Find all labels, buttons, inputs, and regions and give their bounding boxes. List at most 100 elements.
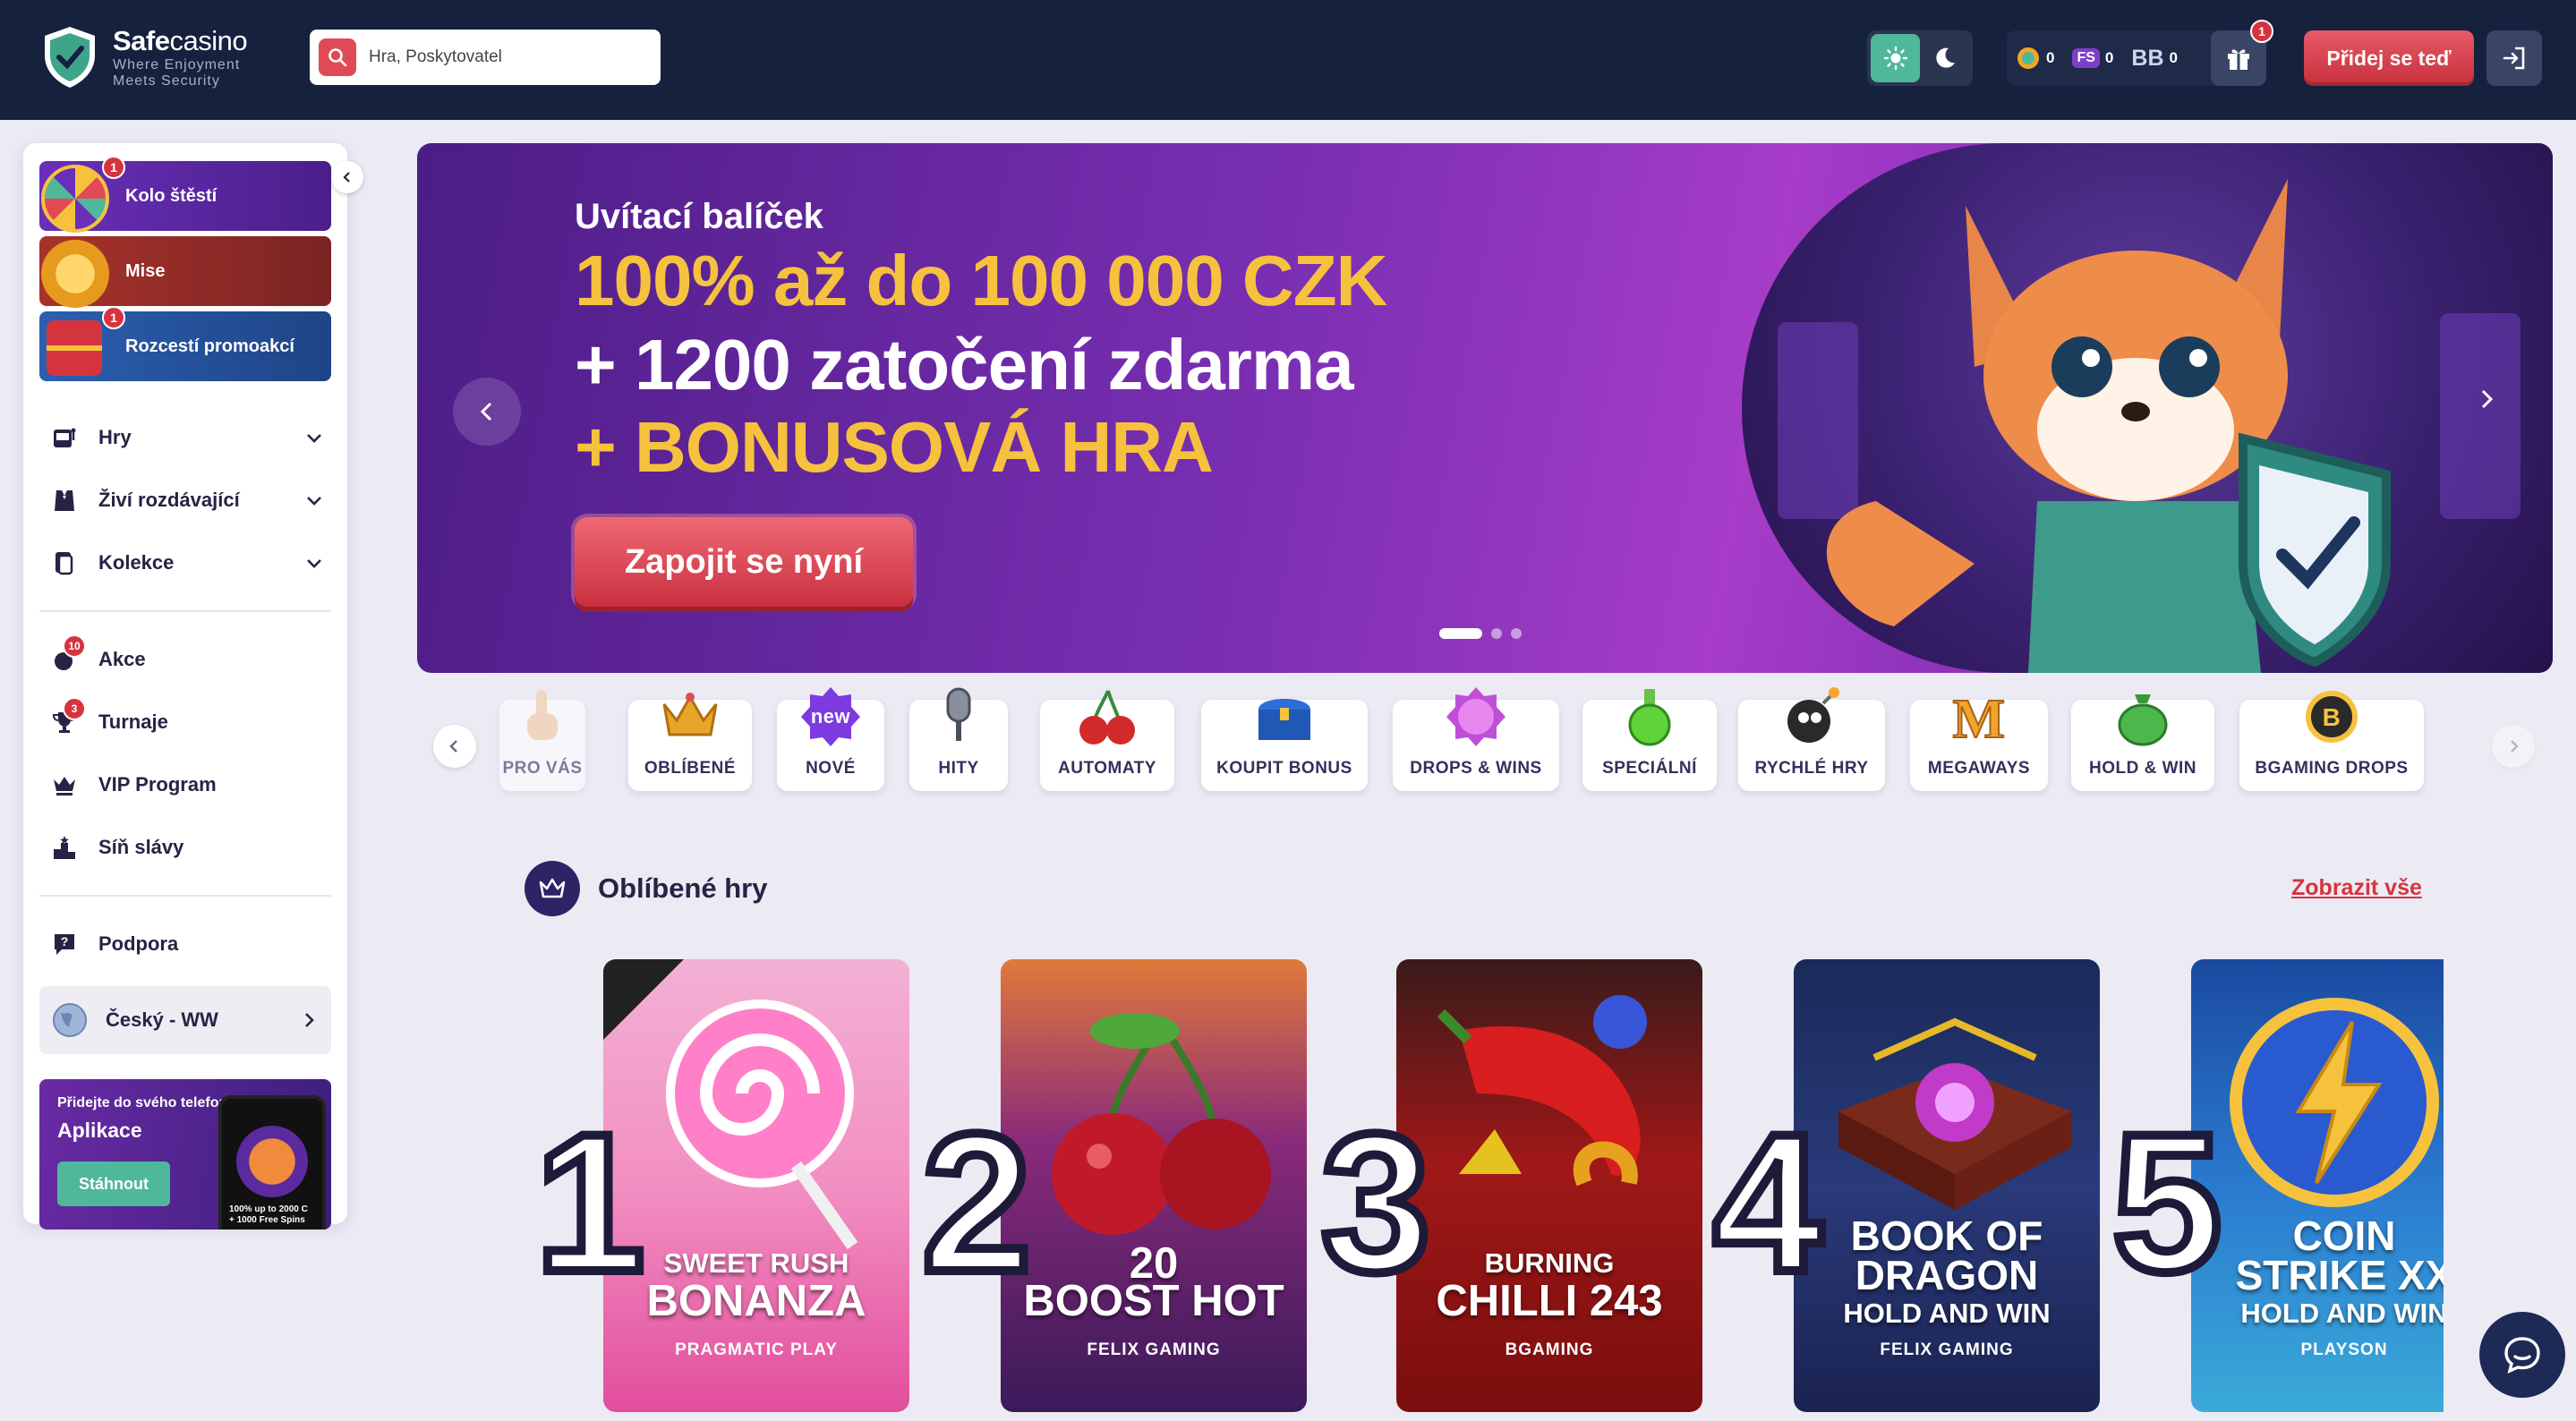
svg-text:?: ? — [61, 934, 69, 949]
free-spins-balance: FS 0 — [2072, 48, 2113, 68]
sidebar-item-games[interactable]: Hry — [39, 406, 331, 469]
theme-toggle[interactable] — [1867, 30, 1973, 86]
category-quick-games[interactable]: RYCHLÉ HRY — [1738, 687, 1885, 791]
dark-mode-button[interactable] — [1920, 34, 1969, 82]
sidebar-item-support[interactable]: ? Podpora — [39, 913, 331, 975]
language-selector[interactable]: Český - WW — [39, 986, 331, 1054]
game-card-4[interactable]: BOOK OF DRAGON HOLD AND WIN FELIX GAMING — [1794, 959, 2100, 1412]
hero-prev-button[interactable] — [453, 378, 521, 446]
vip-label: VIP Program — [98, 773, 217, 796]
gift-icon — [2228, 49, 2249, 70]
site-logo[interactable]: Safecasino Where Enjoyment Meets Securit… — [41, 25, 248, 89]
category-for-you[interactable]: PRO VÁS — [499, 690, 585, 791]
chevron-right-icon — [2511, 740, 2519, 753]
sidebar-item-promotions[interactable]: 10 Akce — [39, 628, 331, 691]
game-card-5[interactable]: COIN STRIKE XX HOLD AND WIN PLAYSON — [2191, 959, 2444, 1412]
rank-3: 3 — [1317, 1093, 1435, 1313]
microphone-icon — [927, 685, 990, 748]
category-drops-wins[interactable]: DROPS & WINS — [1393, 687, 1559, 791]
chevron-down-icon — [307, 559, 321, 568]
wheel-badge: 1 — [102, 156, 125, 179]
search-input[interactable] — [369, 47, 637, 67]
category-special[interactable]: SPECIÁLNÍ — [1582, 689, 1717, 791]
bomb-icon: 10 — [50, 634, 86, 674]
wheel-label: Kolo štěstí — [125, 185, 218, 206]
download-app-button[interactable]: Stáhnout — [57, 1161, 170, 1206]
missions-card[interactable]: Mise — [39, 236, 331, 308]
collapse-sidebar-button[interactable] — [331, 161, 363, 193]
hero-next-button[interactable] — [2474, 387, 2499, 416]
slot-machine-icon — [50, 423, 79, 452]
pointing-hand-icon — [511, 685, 574, 748]
game-card-1[interactable]: SWEET RUSH BONANZA PRAGMATIC PLAY — [603, 959, 909, 1412]
game-4-provider: FELIX GAMING — [1880, 1340, 2014, 1359]
chevron-right-icon — [305, 1013, 314, 1027]
svg-text:M: M — [1952, 689, 2005, 748]
tournaments-label: Turnaje — [98, 710, 168, 733]
sidebar-divider — [39, 610, 331, 612]
bonus-balance: BB 0 — [2131, 46, 2178, 72]
game-4-title: DRAGON — [1855, 1252, 2039, 1298]
promo-crossroads-badge: 1 — [102, 306, 125, 329]
search-icon[interactable] — [319, 38, 356, 76]
wheel-of-fortune-card[interactable]: 1 Kolo štěstí — [39, 156, 331, 233]
svg-text:B: B — [2323, 703, 2341, 731]
promotions-badge: 10 — [63, 634, 86, 658]
hero-dot-2[interactable] — [1491, 628, 1502, 639]
category-new[interactable]: new NOVÉ — [777, 687, 884, 791]
fox-mascot-icon — [236, 1126, 308, 1197]
app-download-card: Přidejte do svého telefonu Aplikace Stáh… — [39, 1079, 331, 1230]
join-now-button[interactable]: Přidej se teď — [2304, 30, 2474, 86]
category-megaways[interactable]: M MEGAWAYS — [1910, 688, 2048, 791]
game-4-subtitle: HOLD AND WIN — [1843, 1298, 2051, 1329]
tagline-line-1: Where Enjoyment — [113, 57, 241, 72]
category-next-button[interactable] — [2492, 725, 2535, 768]
promo-crossroads-label: Rozcestí promoakcí — [125, 336, 294, 356]
game-card-3[interactable]: BURNING CHILLI 243 BGAMING — [1396, 959, 1702, 1412]
category-favourites[interactable]: OBLÍBENÉ — [628, 693, 752, 791]
hero-dot-1[interactable] — [1439, 628, 1482, 639]
game-card-2[interactable]: 20 BOOST HOT FELIX GAMING — [1001, 959, 1307, 1412]
sidebar-item-vip[interactable]: VIP Program — [39, 753, 331, 816]
sidebar-item-collections[interactable]: Kolekce — [39, 532, 331, 594]
gift-button[interactable]: 1 — [2211, 20, 2273, 86]
dealer-suit-icon — [50, 486, 79, 515]
category-hold-win[interactable]: HOLD & WIN — [2071, 694, 2214, 791]
promo-crossroads-card[interactable]: 1 Rozcestí promoakcí — [39, 306, 331, 381]
sun-icon — [1883, 46, 1907, 71]
category-hits[interactable]: HITY — [909, 687, 1008, 791]
crown-badge-icon — [525, 861, 580, 916]
live-chat-button[interactable] — [2479, 1312, 2565, 1398]
coin-balance: 0 — [2016, 46, 2054, 71]
hero-cta-button[interactable]: Zapojit se nyní — [575, 517, 913, 607]
globe-icon — [53, 1003, 87, 1037]
support-chat-icon: ? — [50, 930, 79, 958]
category-bgaming-drops[interactable]: B BGAMING DROPS — [2239, 691, 2424, 791]
podium-icon — [50, 833, 79, 862]
hero-banner[interactable]: Uvítací balíček 100% až do 100 000 CZK +… — [417, 143, 2553, 673]
gift-notification-badge: 1 — [2250, 20, 2273, 43]
money-bag-icon — [2111, 685, 2174, 748]
coin-balance-value: 0 — [2046, 49, 2055, 66]
login-button[interactable] — [2486, 30, 2542, 86]
fs-icon: FS — [2072, 48, 2100, 68]
category-prev-button[interactable] — [433, 725, 476, 768]
potion-icon — [1618, 685, 1681, 748]
search-bar[interactable] — [310, 30, 661, 85]
fox-mascot-illustration — [1778, 179, 2521, 673]
game-3-title: CHILLI 243 — [1436, 1277, 1663, 1325]
sidebar-item-hall-of-fame[interactable]: Síň slávy — [39, 816, 331, 879]
category-slots[interactable]: AUTOMATY — [1040, 690, 1174, 791]
hero-dot-3[interactable] — [1511, 628, 1522, 639]
sidebar-item-live-dealers[interactable]: Živí rozdávající — [39, 469, 331, 532]
chevron-right-icon — [2481, 389, 2494, 409]
category-buy-bonus[interactable]: KOUPIT BONUS — [1201, 699, 1368, 791]
game-5-title: STRIKE XX — [2235, 1252, 2444, 1298]
phone-preview-image: 100% up to 2000 C + 1000 Free Spins — [218, 1095, 326, 1230]
show-all-link[interactable]: Zobrazit vše — [2291, 875, 2422, 901]
light-mode-button[interactable] — [1871, 34, 1920, 82]
chat-bubble-icon — [2504, 1337, 2540, 1374]
sidebar-item-tournaments[interactable]: 3 Turnaje — [39, 691, 331, 753]
rank-4: 4 — [1709, 1093, 1827, 1313]
game-5-subtitle: HOLD AND WIN — [2240, 1298, 2444, 1329]
